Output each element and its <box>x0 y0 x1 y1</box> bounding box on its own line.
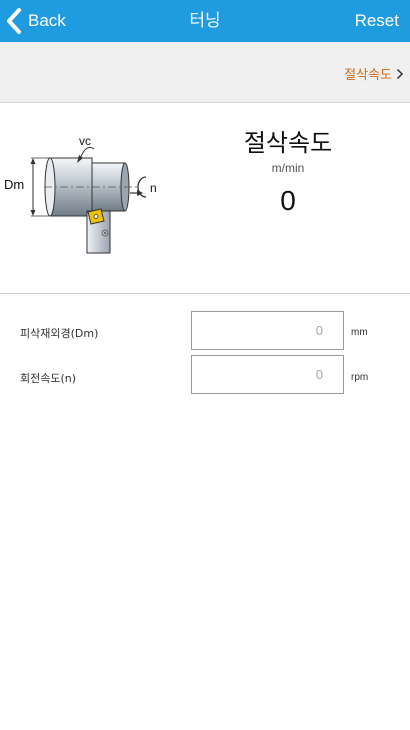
diagram-label-n: n <box>150 181 157 195</box>
turning-diagram-image: vc Dm n <box>4 134 157 254</box>
diagram-label-dm: Dm <box>4 177 24 192</box>
chevron-right-icon <box>396 68 404 79</box>
rotation-speed-unit: rpm <box>351 372 369 383</box>
result-unit: m/min <box>271 161 305 175</box>
outer-diameter-unit: mm <box>351 327 368 338</box>
rotation-speed-input[interactable] <box>191 355 344 394</box>
page-title: 터닝 <box>189 11 221 31</box>
sub-header-bar: 절삭속도 <box>0 42 410 103</box>
reset-button[interactable]: Reset <box>355 0 399 42</box>
cutting-speed-link-label: 절삭속도 <box>344 68 392 83</box>
outer-diameter-label: 피삭재외경(Dm) <box>20 327 99 340</box>
diagram-label-vc: vc <box>79 134 91 148</box>
result-panel: vc Dm n 절삭속도 m/min 0 <box>0 103 410 294</box>
top-nav-bar: Back 터닝 Reset <box>0 0 410 42</box>
cutting-speed-link[interactable]: 절삭속도 <box>344 64 404 83</box>
outer-diameter-input[interactable] <box>191 311 344 350</box>
rotation-speed-label: 회전속도(n) <box>20 372 77 385</box>
result-value: 0 <box>280 185 296 216</box>
result-title: 절삭속도 <box>243 129 333 157</box>
